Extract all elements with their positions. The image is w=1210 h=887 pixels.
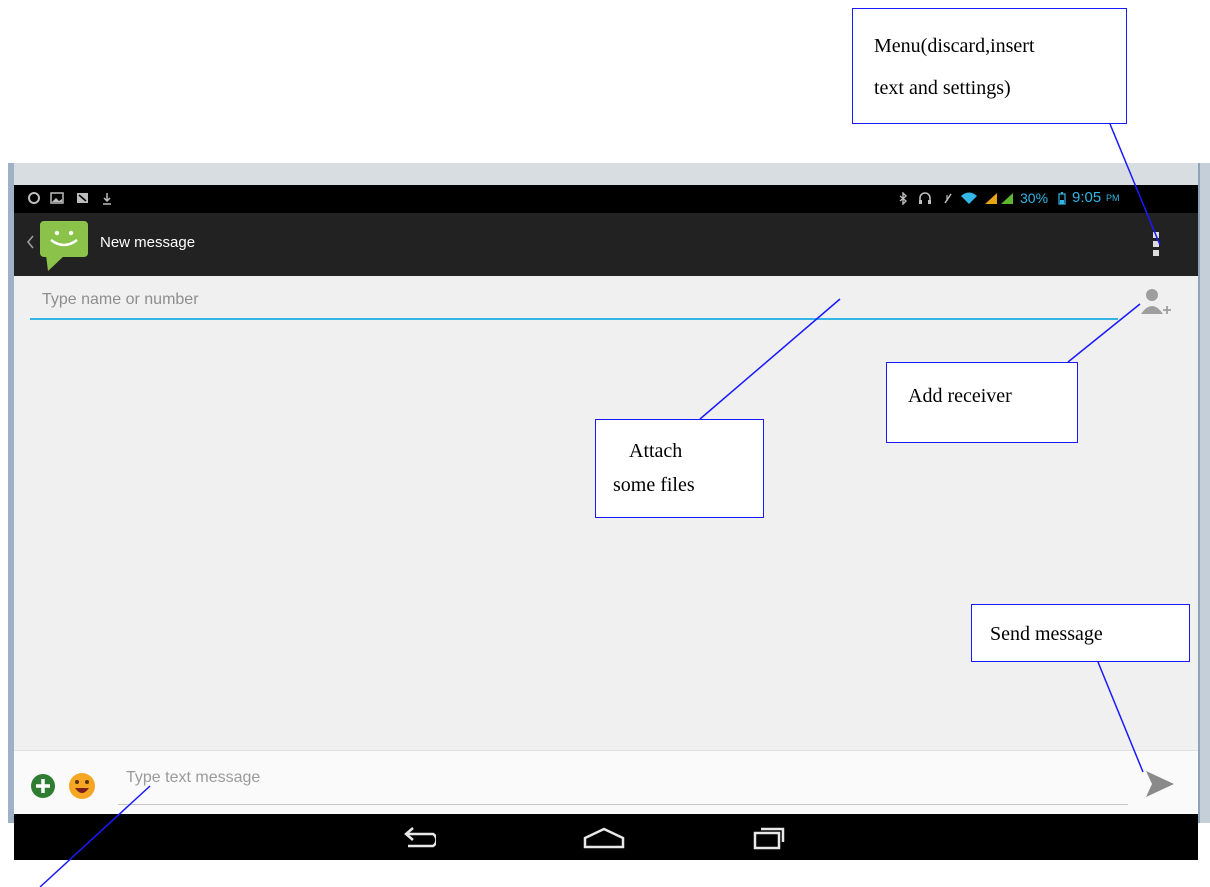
send-icon[interactable]	[1144, 769, 1176, 804]
mute-icon	[942, 192, 954, 208]
recipient-underline	[30, 318, 1118, 320]
callout-send-message: Send message	[971, 604, 1190, 662]
image-icon	[50, 192, 64, 207]
add-contact-icon[interactable]	[1138, 286, 1172, 327]
up-navigation[interactable]	[14, 219, 98, 273]
compose-bar: Type text message	[14, 750, 1198, 815]
overflow-menu-icon[interactable]	[1146, 229, 1166, 259]
callout-menu-line2: text and settings)	[874, 77, 1011, 99]
notification-icon	[76, 192, 89, 207]
callout-attach: Attach some files	[595, 419, 764, 518]
battery-percent: 30%	[1020, 190, 1049, 206]
callout-menu: Menu(discard,insert text and settings)	[852, 8, 1127, 124]
battery-icon	[1058, 192, 1066, 208]
recipient-input[interactable]: Type name or number	[42, 291, 199, 309]
callout-attach-line2: some files	[613, 474, 695, 496]
callout-menu-line1: Menu(discard,insert	[874, 35, 1035, 57]
device-frame-right	[1198, 163, 1210, 823]
callout-attach-line1: Attach	[629, 440, 683, 462]
wifi-icon	[960, 192, 978, 208]
home-icon[interactable]	[582, 826, 626, 855]
plus-icon[interactable]	[30, 773, 56, 804]
signal-icon	[1000, 192, 1014, 208]
callout-send-message-text: Send message	[990, 623, 1103, 645]
signal-icon	[984, 192, 998, 208]
download-icon	[102, 192, 112, 208]
page-title: New message	[100, 234, 196, 251]
callout-add-receiver: Add receiver	[886, 362, 1078, 443]
status-bar: 30% 9:05 PM	[14, 185, 1198, 213]
recipient-field[interactable]: Type name or number	[30, 282, 1118, 320]
clock: 9:05	[1072, 189, 1102, 206]
back-icon[interactable]	[400, 826, 438, 855]
message-underline	[118, 804, 1128, 805]
callout-add-receiver-text: Add receiver	[908, 385, 1012, 407]
clock-suffix: PM	[1106, 193, 1120, 203]
bluetooth-icon	[898, 191, 908, 208]
action-bar: New message	[14, 213, 1198, 276]
message-input[interactable]: Type text message	[126, 769, 260, 787]
globe-icon	[28, 192, 40, 207]
messaging-smiley-icon	[38, 219, 92, 278]
navigation-bar	[14, 814, 1198, 860]
smiley-icon[interactable]	[68, 772, 96, 805]
chevron-left-icon	[26, 235, 35, 254]
message-field[interactable]: Type text message	[118, 763, 1128, 805]
recents-icon[interactable]	[752, 824, 786, 855]
headset-icon	[918, 192, 932, 208]
